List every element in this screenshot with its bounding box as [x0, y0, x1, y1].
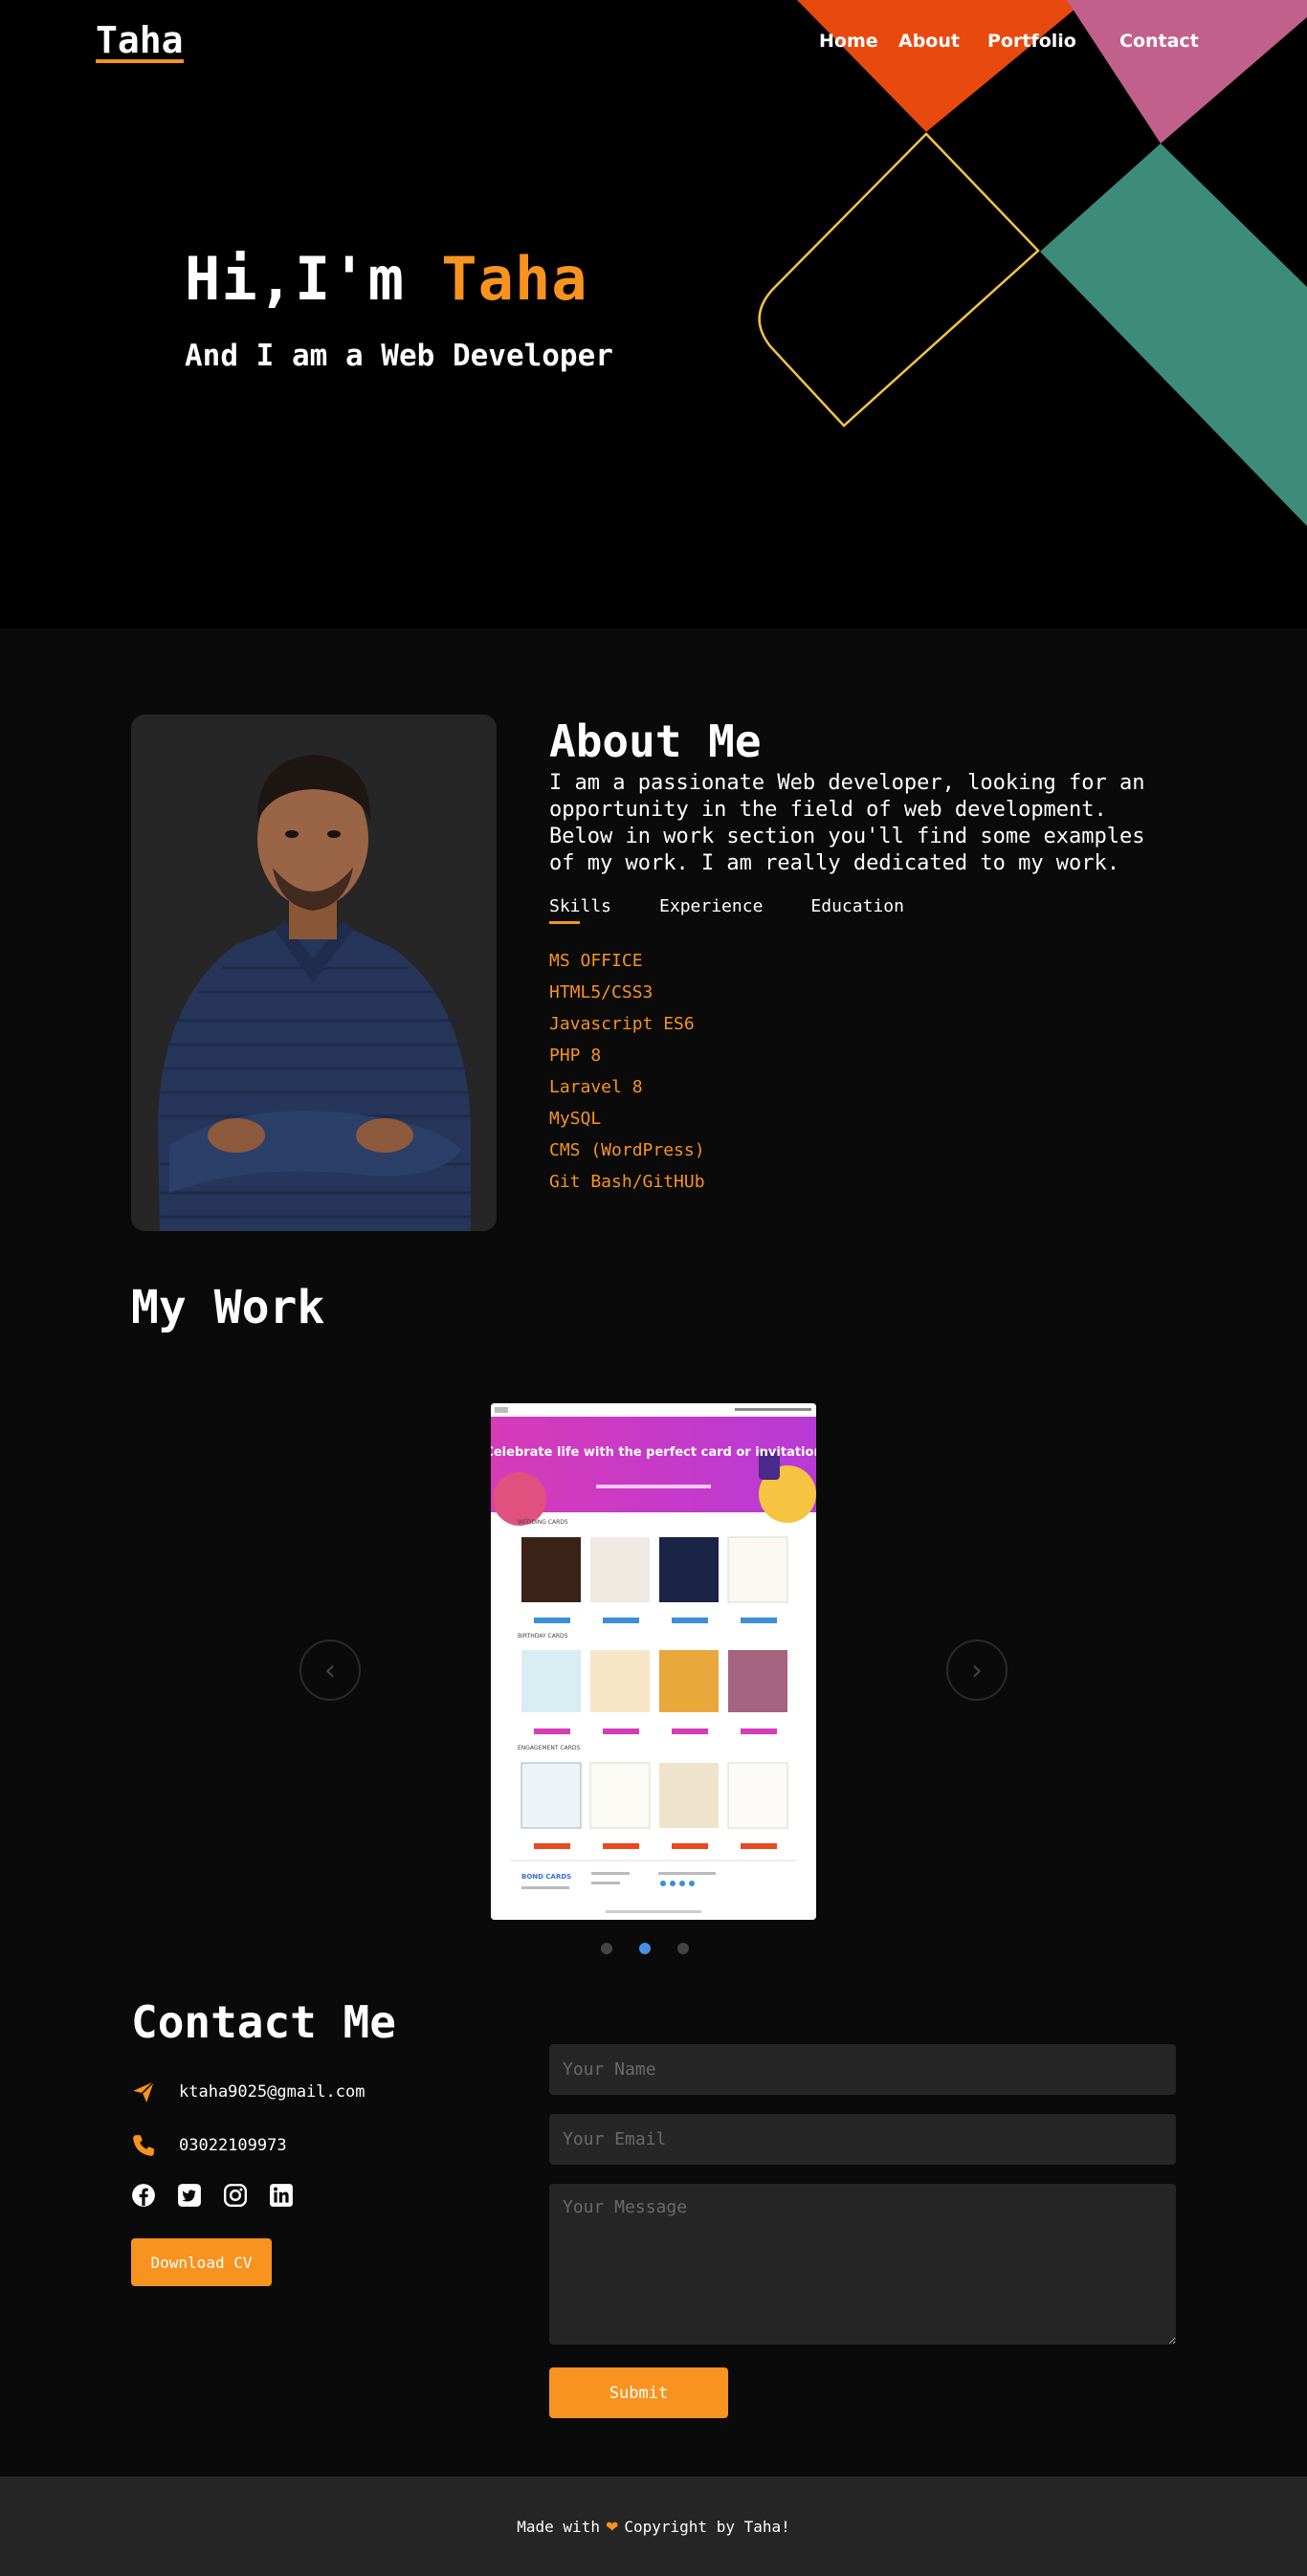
- paper-plane-icon: [133, 2081, 155, 2103]
- carousel-slide-image[interactable]: Celebrate life with the perfect card or …: [491, 1403, 816, 1920]
- hero-heading: Hi,I'm Taha: [185, 244, 613, 314]
- hero-greeting: Hi,I'm: [185, 244, 442, 314]
- about-tabs: Skills Experience Education: [549, 896, 1181, 924]
- contact-title: Contact Me: [131, 1996, 396, 2048]
- top-navbar: Taha Home About Portfolio Contact: [0, 0, 1307, 86]
- carousel-dot-active[interactable]: [639, 1943, 651, 1954]
- linkedin-icon[interactable]: [269, 2183, 294, 2208]
- nav-link-portfolio[interactable]: Portfolio: [987, 31, 1076, 52]
- tab-experience[interactable]: Experience: [659, 896, 763, 924]
- name-input[interactable]: [549, 2044, 1176, 2095]
- skill-item: MySQL: [549, 1109, 602, 1129]
- hero-text: Hi,I'm Taha And I am a Web Developer: [185, 244, 613, 373]
- slide-footer-logo: BOND CARDS: [521, 1873, 571, 1881]
- yellow-outline-shape: [758, 132, 1040, 428]
- skill-item: CMS (WordPress): [549, 1140, 705, 1160]
- slide-banner-text: Celebrate life with the perfect card or …: [491, 1445, 816, 1460]
- nav-link-about[interactable]: About: [898, 31, 960, 52]
- chevron-left-icon: ‹: [324, 1653, 336, 1687]
- person-illustration: [158, 755, 471, 1231]
- contact-section: Contact Me ktaha9025@gmail.com 030221099…: [0, 1963, 1307, 2477]
- slide-section-wedding: WEDDING CARDS: [518, 1519, 568, 1526]
- site-footer: Made with ❤ Copyright by Taha!: [0, 2477, 1307, 2576]
- profile-photo: [131, 715, 497, 1231]
- skills-list: MS OFFICE HTML5/CSS3 Javascript ES6 PHP …: [549, 945, 1181, 1198]
- chevron-right-icon: ›: [971, 1653, 983, 1687]
- skill-item: PHP 8: [549, 1046, 602, 1066]
- nav-link-home[interactable]: Home: [819, 31, 878, 52]
- carousel-next-button[interactable]: ›: [946, 1640, 1008, 1701]
- message-textarea[interactable]: [549, 2184, 1176, 2345]
- site-logo[interactable]: Taha: [96, 21, 184, 63]
- hero-name: Taha: [441, 244, 588, 314]
- instagram-icon[interactable]: [223, 2183, 248, 2208]
- contact-email[interactable]: ktaha9025@gmail.com: [179, 2082, 365, 2102]
- facebook-icon[interactable]: [131, 2183, 156, 2208]
- about-section: About Me I am a passionate Web developer…: [0, 628, 1307, 1260]
- tab-education[interactable]: Education: [810, 896, 904, 924]
- contact-phone[interactable]: 03022109973: [179, 2136, 287, 2155]
- footer-copyright: Copyright by Taha!: [624, 2517, 790, 2536]
- about-description: I am a passionate Web developer, looking…: [549, 771, 1145, 875]
- slide-section-engagement: ENGAGEMENT CARDS: [518, 1745, 580, 1751]
- skill-item: MS OFFICE: [549, 951, 643, 971]
- twitter-icon[interactable]: [177, 2183, 202, 2208]
- website-screenshot: Celebrate life with the perfect card or …: [491, 1403, 816, 1920]
- submit-button[interactable]: Submit: [549, 2367, 728, 2418]
- teal-diamond-shape: [1040, 143, 1307, 526]
- carousel-dot[interactable]: [601, 1943, 612, 1954]
- about-title: About Me: [549, 716, 762, 767]
- carousel-prev-button[interactable]: ‹: [299, 1640, 361, 1701]
- slide-section-birthday: BIRTHDAY CARDS: [518, 1633, 568, 1640]
- hero-section: Taha Home About Portfolio Contact Hi,I'm…: [0, 0, 1307, 628]
- skill-item: HTML5/CSS3: [549, 982, 654, 1002]
- carousel-dots: [601, 1943, 689, 1954]
- work-title: My Work: [131, 1281, 325, 1334]
- about-content: About Me I am a passionate Web developer…: [549, 716, 1181, 1198]
- social-links: [131, 2183, 294, 2208]
- phone-icon: [133, 2135, 154, 2156]
- footer-made-with: Made with: [517, 2517, 600, 2536]
- contact-email-row: ktaha9025@gmail.com: [131, 2080, 365, 2104]
- heart-icon: ❤: [605, 2517, 619, 2536]
- work-section: My Work ‹ › Celebrate life with the perf…: [0, 1260, 1307, 1963]
- email-input[interactable]: [549, 2114, 1176, 2165]
- download-cv-button[interactable]: Download CV: [131, 2238, 272, 2286]
- hero-subtitle: And I am a Web Developer: [185, 339, 613, 373]
- nav-link-contact[interactable]: Contact: [1119, 31, 1199, 52]
- contact-phone-row: 03022109973: [131, 2133, 287, 2158]
- skill-item: Git Bash/GitHUb: [549, 1172, 705, 1192]
- skill-item: Javascript ES6: [549, 1014, 695, 1034]
- tab-skills[interactable]: Skills: [549, 896, 611, 924]
- skill-item: Laravel 8: [549, 1077, 643, 1097]
- carousel-dot[interactable]: [677, 1943, 689, 1954]
